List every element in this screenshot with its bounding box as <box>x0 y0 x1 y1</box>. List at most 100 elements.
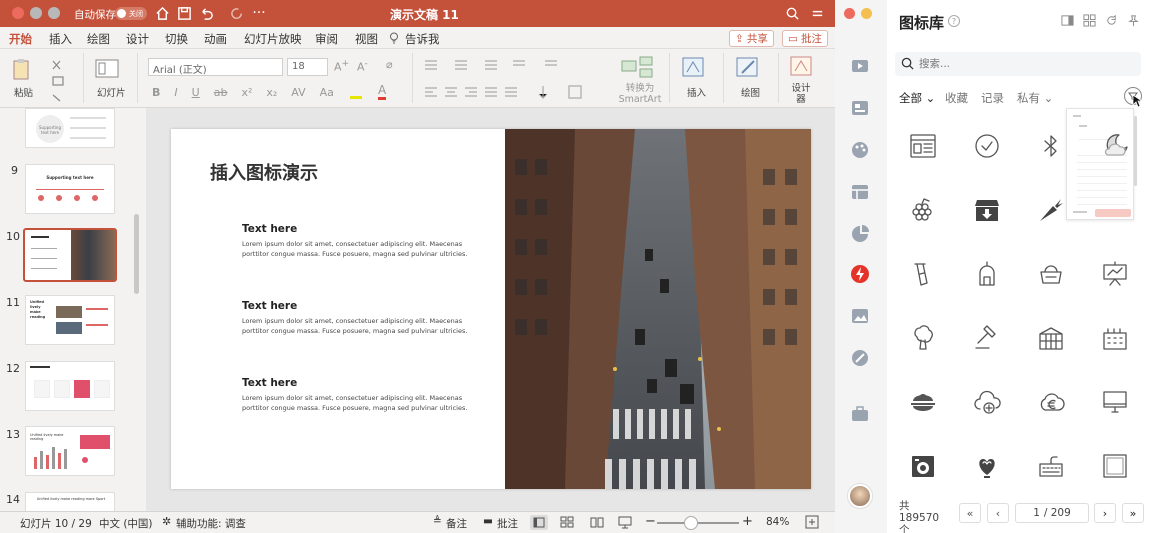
language-status[interactable]: 中文 (中国) <box>99 516 153 531</box>
bluetooth-icon[interactable] <box>1029 124 1073 168</box>
keyboard-icon[interactable] <box>1029 444 1073 488</box>
paste-icon[interactable] <box>9 57 35 83</box>
filter-private[interactable]: 私有 ⌄ <box>1017 90 1053 106</box>
first-page-button[interactable]: « <box>959 503 981 523</box>
subscript-icon[interactable]: x₂ <box>266 86 277 99</box>
tab-animations[interactable]: 动画 <box>204 31 227 47</box>
comments-button[interactable]: ▭ 批注 <box>782 30 828 47</box>
more-icon[interactable]: ··· <box>250 4 268 22</box>
last-page-button[interactable]: » <box>1122 503 1144 523</box>
test-tube-icon[interactable] <box>901 252 945 296</box>
city-street-photo[interactable] <box>505 129 811 489</box>
notes-button[interactable]: 备注 <box>446 516 467 531</box>
pie-chart-icon[interactable] <box>850 224 870 244</box>
maximize-window-button[interactable] <box>48 7 60 19</box>
grapes-icon[interactable] <box>901 188 945 232</box>
draw-icon[interactable] <box>734 55 762 81</box>
tab-slideshow[interactable]: 幻灯片放映 <box>244 31 302 47</box>
text-block-1[interactable]: Text here Lorem ipsum dolor sit amet, co… <box>242 223 482 259</box>
carrot-icon[interactable] <box>1029 188 1073 232</box>
ribbon-display-icon[interactable] <box>808 4 826 22</box>
basket-icon[interactable] <box>1029 252 1073 296</box>
next-page-button[interactable]: › <box>1094 503 1116 523</box>
search-icon[interactable] <box>783 4 801 22</box>
strike-icon[interactable]: ab <box>214 86 228 99</box>
tablet-frame-icon[interactable] <box>1093 444 1137 488</box>
slide-title[interactable]: 插入图标演示 <box>210 159 318 185</box>
char-spacing-icon[interactable]: AV <box>291 86 305 99</box>
auction-hammer-icon[interactable] <box>965 316 1009 360</box>
brush-icon[interactable] <box>850 348 870 368</box>
comments-status-button[interactable]: 批注 <box>497 516 518 531</box>
convert-smartart-icon[interactable] <box>620 55 656 81</box>
grid-view-icon[interactable] <box>1083 14 1096 30</box>
tell-me-search[interactable]: 告诉我 <box>405 31 440 47</box>
tab-transitions[interactable]: 切换 <box>165 31 188 47</box>
refresh-icon[interactable] <box>1105 14 1118 30</box>
slide-thumbnail-14[interactable]: Unified lively make reading more Sport <box>25 492 115 511</box>
zoom-level[interactable]: 84% <box>766 516 789 528</box>
video-icon[interactable] <box>850 56 870 76</box>
palette-icon[interactable] <box>850 140 870 160</box>
reading-view-icon[interactable] <box>590 515 604 532</box>
panel-minimize-button[interactable] <box>861 8 872 19</box>
icon-search-box[interactable] <box>895 52 1141 76</box>
slide-10[interactable]: 插入图标演示 Text here Lorem ipsum dolor sit a… <box>171 129 811 489</box>
filter-favorites[interactable]: 收藏 <box>945 90 968 106</box>
presentation-board-icon[interactable] <box>1093 252 1137 296</box>
paragraph-format-icons[interactable] <box>423 58 603 104</box>
font-color-icon[interactable]: A <box>378 83 387 100</box>
table-icon[interactable] <box>850 182 870 202</box>
tab-draw[interactable]: 绘图 <box>87 31 110 47</box>
redo-icon[interactable] <box>228 4 246 22</box>
lightbulb-heart-icon[interactable] <box>965 444 1009 488</box>
monitor-icon[interactable] <box>1093 380 1137 424</box>
slide-thumbnail-12[interactable] <box>25 361 115 411</box>
autosave-toggle[interactable]: 关闭 <box>115 7 147 20</box>
warehouse-icon[interactable] <box>1029 316 1073 360</box>
shrink-font-icon[interactable]: A- <box>357 58 368 74</box>
font-size-select[interactable]: 18 <box>287 58 328 76</box>
designer-icon[interactable] <box>789 55 813 79</box>
slide-thumbnail-9[interactable]: Supporting text here <box>25 164 115 214</box>
underline-icon[interactable]: U <box>192 86 200 99</box>
cloud-euro-icon[interactable] <box>1029 380 1073 424</box>
tab-review[interactable]: 审阅 <box>315 31 338 47</box>
layout-icon[interactable] <box>850 98 870 118</box>
filter-history[interactable]: 记录 <box>981 90 1004 106</box>
bold-icon[interactable]: B <box>152 86 160 99</box>
slide-thumbnail-11[interactable]: Unified lively make reading <box>25 295 115 345</box>
slide-thumbnail-13[interactable]: Unified lively make reading <box>25 426 115 476</box>
panel-close-button[interactable] <box>844 8 855 19</box>
minimize-window-button[interactable] <box>30 7 42 19</box>
tab-home[interactable]: 开始 <box>9 31 32 52</box>
text-block-3[interactable]: Text here Lorem ipsum dolor sit amet, co… <box>242 377 482 413</box>
slideshow-icon[interactable] <box>618 515 632 532</box>
check-circle-icon[interactable] <box>965 124 1009 168</box>
image-icon[interactable] <box>850 306 870 326</box>
highlight-icon[interactable] <box>350 87 362 99</box>
filter-all[interactable]: 全部 ⌄ <box>899 90 935 106</box>
browser-window-icon[interactable] <box>901 124 945 168</box>
cloud-add-icon[interactable] <box>965 380 1009 424</box>
new-slide-icon[interactable] <box>94 57 120 81</box>
share-button[interactable]: ⇪ 共享 <box>729 30 774 47</box>
zoom-in-button[interactable]: + <box>742 514 753 529</box>
text-block-2[interactable]: Text here Lorem ipsum dolor sit amet, co… <box>242 300 482 336</box>
moon-cloud-icon[interactable] <box>1093 124 1137 168</box>
save-icon[interactable] <box>175 4 193 22</box>
slide-thumbnail-10-active[interactable] <box>23 228 117 282</box>
grow-font-icon[interactable]: A+ <box>334 58 349 74</box>
icon-library-active-icon[interactable] <box>850 264 870 284</box>
zoom-slider[interactable] <box>657 522 739 524</box>
search-input[interactable] <box>919 55 1129 73</box>
help-icon[interactable]: ? <box>948 15 960 27</box>
undo-icon[interactable] <box>197 4 215 22</box>
inbox-download-icon[interactable] <box>965 188 1009 232</box>
page-current[interactable]: 1 <box>1033 507 1040 519</box>
close-window-button[interactable] <box>12 7 24 19</box>
superscript-icon[interactable]: x² <box>241 86 252 99</box>
fit-to-window-icon[interactable] <box>805 515 819 532</box>
washing-machine-icon[interactable] <box>901 444 945 488</box>
clipboard-small-icons[interactable] <box>50 57 68 105</box>
